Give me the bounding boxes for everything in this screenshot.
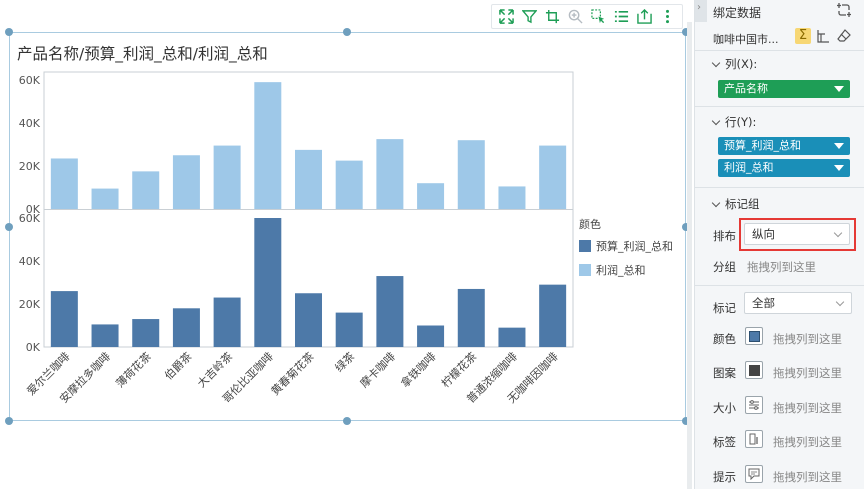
canvas-scrollbar[interactable] — [687, 22, 692, 489]
bar-budget — [417, 325, 445, 347]
mark-select[interactable]: 全部 — [744, 292, 852, 314]
bar-budget — [335, 312, 363, 347]
color-drop-zone[interactable]: 拖拽列到这里 — [773, 331, 842, 347]
distribution-label: 排布 — [713, 229, 736, 243]
bar-budget — [295, 293, 322, 347]
y-tick-label: 0K — [26, 341, 41, 354]
property-label-color: 颜色 — [713, 332, 736, 346]
y-tick-label: 60K — [19, 212, 41, 225]
mark-label: 标记 — [713, 301, 736, 315]
bar-budget — [132, 319, 160, 347]
row-field-pill[interactable]: 利润_总和 — [718, 159, 850, 177]
dataset-name[interactable]: 咖啡中国市... — [713, 31, 779, 47]
property-label-tooltip: 提示 — [713, 470, 736, 484]
bar-profit — [91, 188, 119, 209]
field-icon[interactable] — [816, 29, 830, 46]
panel-header: 绑定数据 — [713, 6, 762, 20]
chevron-down-icon — [711, 198, 721, 208]
bar-profit — [254, 82, 282, 209]
x-tick-label: 柠檬花茶 — [438, 349, 479, 390]
bar-profit — [213, 145, 241, 209]
x-tick-label: 薄荷花茶 — [113, 349, 154, 390]
y-tick-label: 20K — [19, 298, 41, 311]
bar-profit — [498, 186, 526, 209]
x-tick-label: 绿茶 — [332, 349, 357, 374]
color-swatch-button[interactable] — [745, 327, 763, 345]
bar-budget — [172, 308, 200, 347]
rows-section-label[interactable]: 行(Y): — [711, 114, 756, 130]
bar-budget — [254, 218, 282, 347]
swap-data-icon[interactable] — [836, 2, 852, 21]
legend-title: 颜色 — [579, 218, 601, 231]
size-slider-icon[interactable] — [745, 396, 763, 414]
bar-profit — [335, 160, 363, 209]
bar-budget — [376, 276, 404, 347]
legend-swatch — [579, 264, 591, 276]
bar-budget — [539, 284, 567, 347]
bar-profit — [376, 139, 404, 209]
chevron-down-icon — [711, 58, 721, 68]
bar-budget — [91, 324, 119, 347]
column-field-pill[interactable]: 产品名称 — [718, 80, 850, 98]
pattern-swatch-button[interactable] — [745, 361, 763, 379]
row-field-pill[interactable]: 预算_利润_总和 — [718, 137, 850, 155]
property-label-pattern: 图案 — [713, 366, 736, 380]
bar-profit — [172, 155, 200, 209]
chevron-down-icon — [711, 116, 721, 126]
sum-icon[interactable]: Σ — [795, 28, 811, 44]
marks-group-label[interactable]: 标记组 — [711, 196, 760, 212]
x-tick-label: 伯爵茶 — [161, 349, 194, 382]
y-tick-label: 60K — [19, 74, 41, 87]
y-tick-label: 40K — [19, 255, 41, 268]
collapse-panel-button[interactable]: › — [695, 0, 707, 22]
chart-canvas: 产品名称/预算_利润_总和/利润_总和 0K 20K 40K 60K 0K 20K 40K 6… — [0, 0, 694, 489]
tooltip-drop-zone[interactable]: 拖拽列到这里 — [773, 469, 842, 485]
bar-budget — [498, 327, 526, 347]
size-drop-zone[interactable]: 拖拽列到这里 — [773, 400, 842, 416]
x-tick-label: 黄春菊花茶 — [268, 349, 317, 398]
label-drop-zone[interactable]: 拖拽列到这里 — [773, 434, 842, 450]
bar-budget — [457, 288, 485, 347]
property-label-size: 大小 — [713, 401, 736, 415]
chevron-right-icon: › — [697, 2, 701, 13]
legend-label: 预算_利润_总和 — [596, 240, 673, 253]
x-tick-label: 大吉岭茶 — [194, 349, 235, 390]
label-tag-icon[interactable] — [745, 430, 763, 448]
y-tick-label: 40K — [19, 117, 41, 130]
bar-profit — [457, 140, 485, 209]
legend-label: 利润_总和 — [596, 264, 646, 277]
legend-swatch — [579, 240, 591, 252]
x-tick-label: 拿铁咖啡 — [398, 349, 439, 390]
bar-profit — [295, 149, 322, 209]
bar-profit — [417, 183, 445, 209]
legend-item[interactable]: 预算_利润_总和 — [579, 238, 673, 254]
chart-legend: 颜色 预算_利润_总和 利润_总和 — [579, 216, 673, 286]
highlight-box — [739, 218, 856, 251]
bar-profit — [132, 171, 160, 209]
legend-item[interactable]: 利润_总和 — [579, 262, 673, 278]
y-tick-label: 20K — [19, 160, 41, 173]
bar-budget — [50, 291, 78, 347]
bar-profit — [50, 158, 78, 209]
bar-budget — [213, 297, 241, 347]
x-tick-label: 摩卡咖啡 — [357, 349, 398, 390]
columns-section-label[interactable]: 列(X): — [711, 56, 757, 72]
group-drop-zone[interactable]: 拖拽列到这里 — [747, 259, 816, 275]
group-label: 分组 — [713, 260, 736, 274]
tooltip-icon[interactable] — [745, 465, 763, 483]
property-label-label: 标签 — [713, 435, 736, 449]
eraser-icon[interactable] — [837, 29, 851, 46]
bar-profit — [539, 145, 567, 209]
pattern-drop-zone[interactable]: 拖拽列到这里 — [773, 365, 842, 381]
